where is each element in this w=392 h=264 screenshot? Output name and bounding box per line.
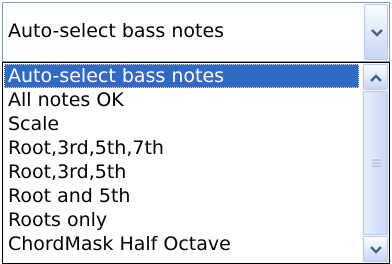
list-item[interactable]: Root and 5th — [4, 184, 359, 208]
list-item[interactable]: ChordMask Half Octave — [4, 232, 359, 256]
vertical-scrollbar[interactable] — [362, 63, 389, 263]
list-item[interactable]: All notes OK — [4, 88, 359, 112]
scroll-up-button[interactable] — [363, 64, 388, 90]
dropdown-list[interactable]: Auto-select bass notes All notes OK Scal… — [2, 62, 390, 264]
chevron-down-icon — [371, 29, 383, 37]
scroll-grip-icon — [372, 158, 381, 167]
list-item[interactable]: Root,3rd,5th,7th — [4, 136, 359, 160]
scrollbar-thumb[interactable] — [363, 91, 388, 235]
scroll-down-button[interactable] — [363, 236, 388, 262]
combobox-selected-value: Auto-select bass notes — [8, 20, 225, 42]
list-item[interactable]: Auto-select bass notes — [4, 64, 359, 88]
list-item[interactable]: Roots only — [4, 208, 359, 232]
bass-notes-combobox[interactable]: Auto-select bass notes — [2, 2, 390, 62]
chevron-down-icon — [370, 246, 382, 254]
list-item[interactable]: Root,3rd,5th — [4, 160, 359, 184]
dropdown-button[interactable] — [364, 4, 388, 60]
list-item[interactable]: Scale — [4, 112, 359, 136]
chevron-up-icon — [370, 74, 382, 82]
